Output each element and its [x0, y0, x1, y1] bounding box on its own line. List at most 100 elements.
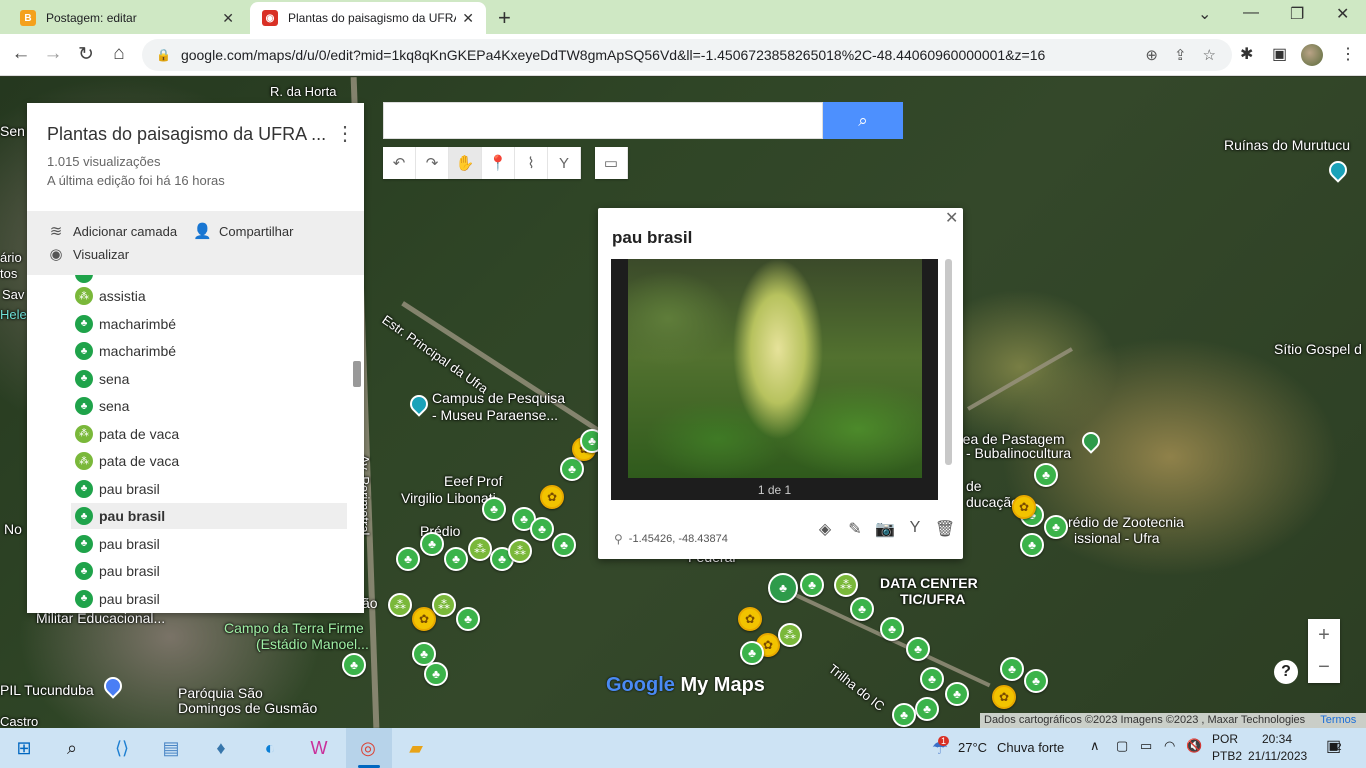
- list-item[interactable]: ♣ macharimbé: [71, 338, 347, 364]
- python-icon[interactable]: ♦: [207, 734, 235, 762]
- grain-marker-icon[interactable]: ⁂: [468, 537, 492, 561]
- speaker-muted-icon[interactable]: 🔇: [1186, 738, 1202, 754]
- notepad-icon[interactable]: ▤: [157, 734, 185, 762]
- list-item[interactable]: ♣ pau brasil: [71, 503, 347, 529]
- search-icon[interactable]: ⌕: [58, 734, 86, 762]
- tree-marker-icon[interactable]: ♣: [1034, 463, 1058, 487]
- undo-icon[interactable]: ↶: [383, 147, 416, 179]
- wps-icon[interactable]: W: [305, 734, 333, 762]
- tree-marker-icon[interactable]: ♣: [482, 497, 506, 521]
- popup-scrollbar[interactable]: [945, 259, 952, 465]
- url-text[interactable]: google.com/maps/d/u/0/edit?mid=1kq8qKnGK…: [181, 47, 1145, 63]
- address-bar[interactable]: 🔒 google.com/maps/d/u/0/edit?mid=1kq8qKn…: [142, 39, 1232, 71]
- tree-marker-icon[interactable]: ♣: [892, 703, 916, 727]
- language-indicator[interactable]: POR: [1212, 732, 1238, 746]
- file-explorer-icon[interactable]: ▰: [402, 734, 430, 762]
- zoom-out-icon[interactable]: −: [1308, 651, 1340, 683]
- list-item[interactable]: ♣ sena: [71, 366, 347, 392]
- battery-icon[interactable]: ▭: [1140, 738, 1152, 754]
- home-icon[interactable]: ⌂: [107, 43, 131, 65]
- grain-marker-icon[interactable]: ⁂: [508, 539, 532, 563]
- close-icon[interactable]: ✕: [945, 208, 958, 228]
- tree-marker-icon[interactable]: ♣: [906, 637, 930, 661]
- reload-icon[interactable]: ↻: [74, 43, 98, 66]
- directions-icon[interactable]: Y: [900, 519, 930, 539]
- share-icon[interactable]: ⇪: [1174, 46, 1187, 64]
- directions-icon[interactable]: Y: [548, 147, 581, 179]
- school-pin-icon[interactable]: [100, 673, 126, 699]
- list-item[interactable]: ⁂ assistia: [71, 283, 347, 309]
- plant-photo[interactable]: [628, 259, 922, 478]
- tab-postagem[interactable]: B Postagem: editar ✕: [8, 2, 246, 34]
- preview-button[interactable]: ◉ Visualizar: [47, 245, 129, 263]
- side-panel-icon[interactable]: ▣: [1272, 44, 1287, 64]
- tab-my-maps[interactable]: ◉ Plantas do paisagismo da UFRA ✕: [250, 2, 486, 34]
- grain-marker-icon[interactable]: ⁂: [778, 623, 802, 647]
- forward-icon[interactable]: →: [41, 43, 65, 65]
- grain-marker-icon[interactable]: ⁂: [834, 573, 858, 597]
- vscode-icon[interactable]: ⟨⟩: [108, 734, 136, 762]
- chevron-up-icon[interactable]: ∧: [1090, 738, 1100, 754]
- list-item[interactable]: ♣ sena: [71, 393, 347, 419]
- minimize-icon[interactable]: —: [1243, 4, 1259, 22]
- tree-marker-icon[interactable]: ♣: [424, 662, 448, 686]
- camera-icon[interactable]: 📷: [870, 519, 900, 539]
- list-item[interactable]: ♣ pau brasil: [71, 558, 347, 584]
- tree-marker-icon[interactable]: ♣: [740, 641, 764, 665]
- close-tab-icon[interactable]: ✕: [462, 10, 474, 27]
- flower-marker-icon[interactable]: ✿: [992, 685, 1016, 709]
- weather-temp[interactable]: 27°C: [958, 740, 987, 755]
- flower-marker-icon[interactable]: ✿: [540, 485, 564, 509]
- tree-marker-icon[interactable]: ♣: [1024, 669, 1048, 693]
- museum-pin-icon[interactable]: [406, 391, 432, 417]
- tree-marker-icon[interactable]: ♣: [552, 533, 576, 557]
- close-tab-icon[interactable]: ✕: [222, 10, 234, 27]
- share-button[interactable]: 👤 Compartilhar: [193, 222, 293, 240]
- photo-viewer[interactable]: 1 de 1: [611, 259, 938, 500]
- list-item[interactable]: ⁂ pata de vaca: [71, 448, 347, 474]
- park-pin-icon[interactable]: [1078, 428, 1104, 454]
- tree-marker-icon[interactable]: ♣: [1020, 533, 1044, 557]
- tab-search-icon[interactable]: ⌄: [1198, 4, 1211, 24]
- more-options-icon[interactable]: ⋮: [335, 121, 355, 146]
- selected-tree-marker-icon[interactable]: ♣: [768, 573, 798, 603]
- tree-marker-icon[interactable]: ♣: [342, 653, 366, 677]
- profile-avatar[interactable]: [1301, 44, 1323, 66]
- terms-link[interactable]: Termos: [1320, 714, 1356, 726]
- delete-icon[interactable]: 🗑: [930, 519, 960, 539]
- weather-desc[interactable]: Chuva forte: [997, 740, 1064, 755]
- zoom-icon[interactable]: ⊕: [1145, 46, 1158, 64]
- close-window-icon[interactable]: ✕: [1336, 4, 1349, 24]
- keyboard-layout[interactable]: PTB2: [1212, 749, 1242, 763]
- list-item[interactable]: ♣ macharimbé: [71, 311, 347, 337]
- style-bucket-icon[interactable]: ◈: [810, 519, 840, 539]
- panel-scrollbar[interactable]: [353, 361, 361, 387]
- tree-marker-icon[interactable]: ♣: [850, 597, 874, 621]
- add-layer-button[interactable]: ≋ Adicionar camada: [47, 222, 177, 240]
- extensions-icon[interactable]: ✱: [1240, 44, 1253, 64]
- flower-marker-icon[interactable]: ✿: [738, 607, 762, 631]
- tree-marker-icon[interactable]: ♣: [530, 517, 554, 541]
- add-marker-icon[interactable]: 📍: [482, 147, 515, 179]
- draw-line-icon[interactable]: ⌇: [515, 147, 548, 179]
- list-item[interactable]: ♣ pau brasil: [71, 531, 347, 557]
- edge-icon[interactable]: ◐: [256, 734, 284, 762]
- bookmark-star-icon[interactable]: ☆: [1203, 46, 1216, 64]
- grain-marker-icon[interactable]: ⁂: [388, 593, 412, 617]
- tree-marker-icon[interactable]: ♣: [396, 547, 420, 571]
- tree-marker-icon[interactable]: ♣: [1044, 515, 1068, 539]
- chrome-icon[interactable]: ◎: [354, 734, 382, 762]
- wifi-icon[interactable]: ◠: [1164, 738, 1175, 754]
- map-search-input[interactable]: [383, 102, 823, 139]
- tree-marker-icon[interactable]: ♣: [1000, 657, 1024, 681]
- tree-marker-icon[interactable]: ♣: [915, 697, 939, 721]
- flower-marker-icon[interactable]: ✿: [1012, 495, 1036, 519]
- search-button[interactable]: ⌕: [823, 102, 903, 139]
- redo-icon[interactable]: ↷: [416, 147, 449, 179]
- tree-marker-icon[interactable]: ♣: [420, 532, 444, 556]
- tray-app-icon[interactable]: ▢: [1116, 738, 1128, 754]
- lock-icon[interactable]: 🔒: [156, 48, 171, 62]
- restore-icon[interactable]: ❐: [1290, 4, 1304, 24]
- new-tab-icon[interactable]: +: [498, 5, 511, 31]
- help-icon[interactable]: ?: [1274, 660, 1298, 684]
